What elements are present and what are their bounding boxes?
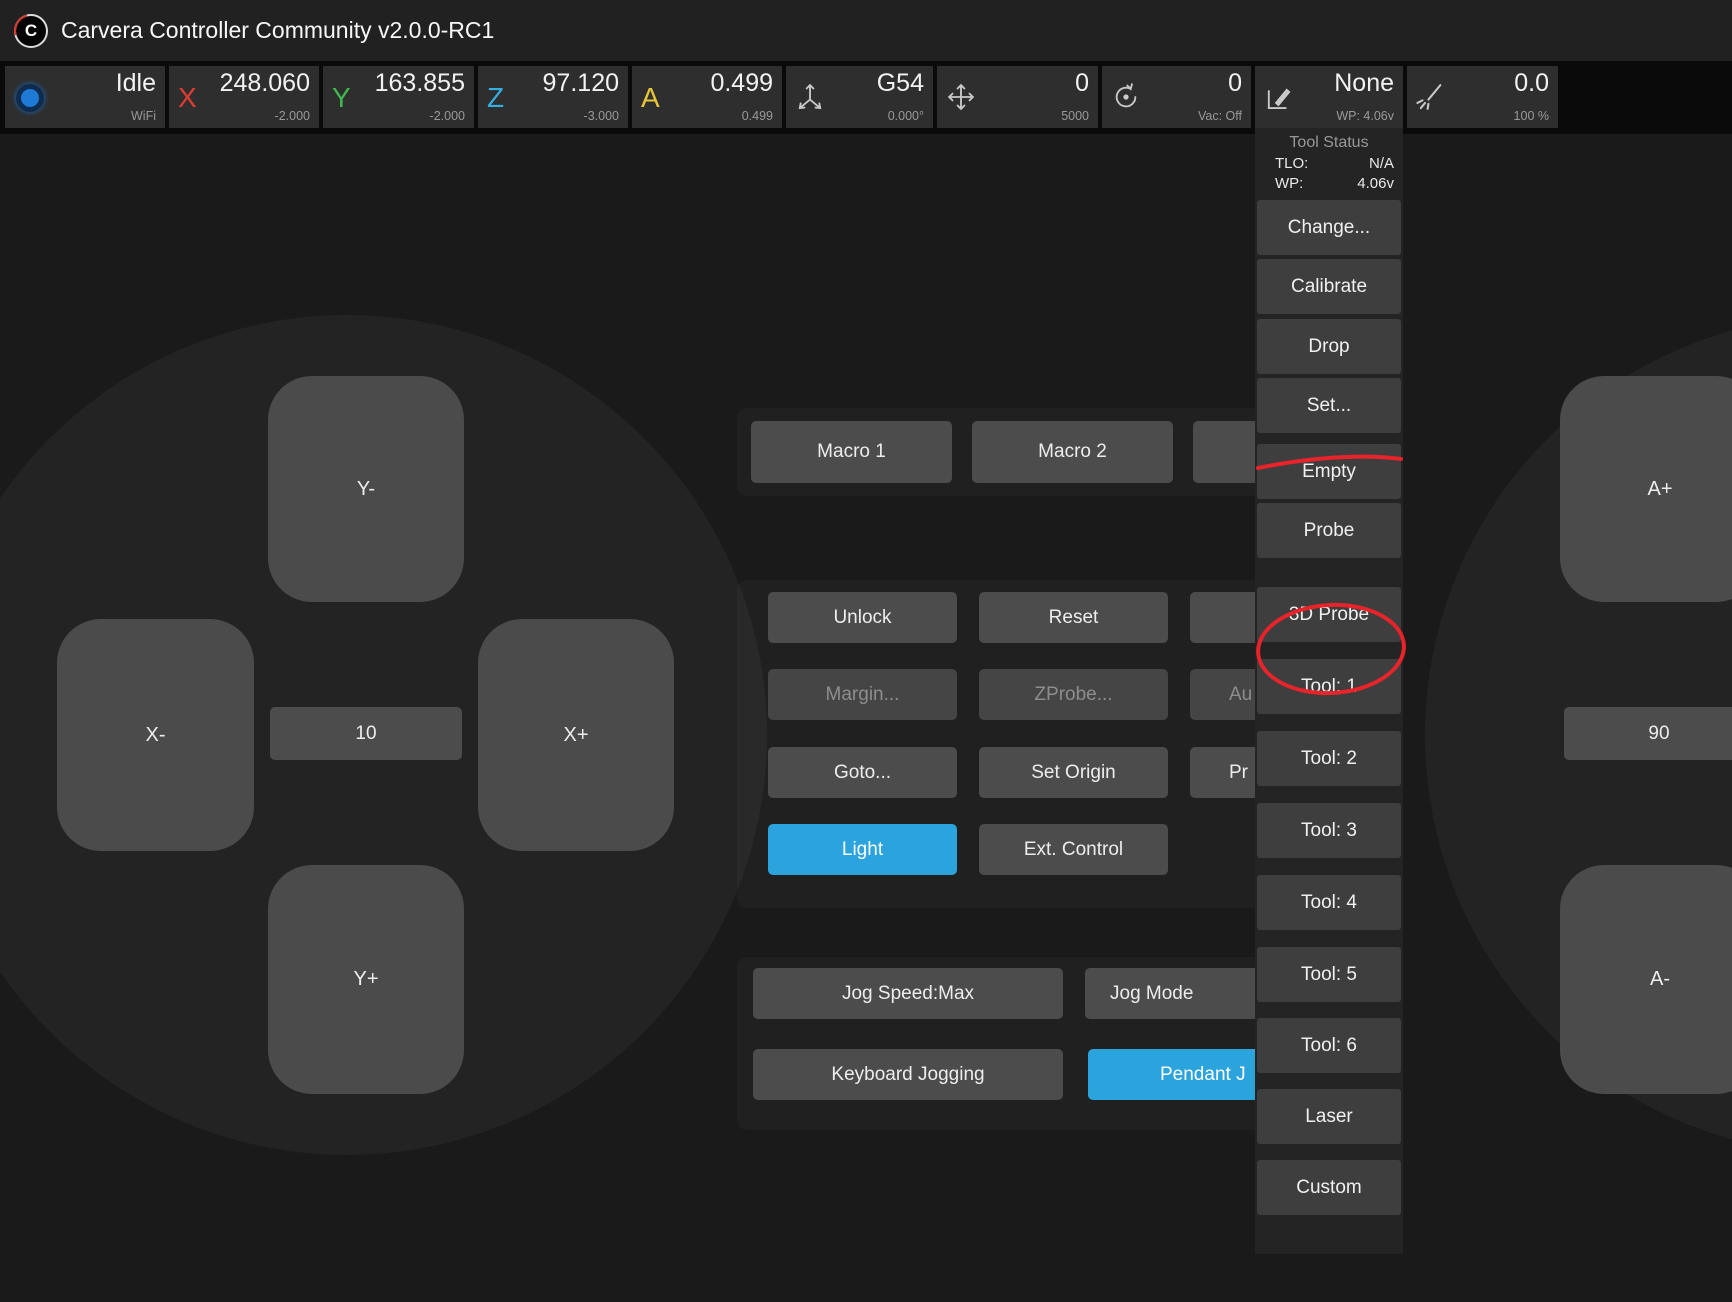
feed-value: 0 <box>1075 69 1089 98</box>
wp-value: 4.06v <box>1357 175 1394 192</box>
laser-scale-value: 100 % <box>1514 109 1549 123</box>
ext-control-button[interactable]: Ext. Control <box>979 824 1168 875</box>
axis-a-machine-position: 0.499 <box>742 109 773 123</box>
unlock-button[interactable]: Unlock <box>768 592 957 643</box>
connection-type: WiFi <box>131 109 156 123</box>
machine-state: Idle <box>116 69 156 98</box>
jog-speed-button[interactable]: Jog Speed:Max <box>753 968 1063 1019</box>
menu-item-calibrate[interactable]: Calibrate <box>1257 259 1401 314</box>
jog-a-minus-button[interactable]: A- <box>1560 865 1732 1094</box>
tool-status-header: Tool Status <box>1255 128 1403 152</box>
axis-x-machine-position: -2.000 <box>275 109 310 123</box>
menu-item-laser[interactable]: Laser <box>1257 1089 1401 1144</box>
menu-item-custom[interactable]: Custom <box>1257 1160 1401 1215</box>
zprobe-button[interactable]: ZProbe... <box>979 669 1168 720</box>
wp-label: WP: <box>1275 175 1303 192</box>
set-origin-button[interactable]: Set Origin <box>979 747 1168 798</box>
axis-y-machine-position: -2.000 <box>430 109 465 123</box>
menu-item-tool-2[interactable]: Tool: 2 <box>1257 731 1401 786</box>
menu-item-tool-6[interactable]: Tool: 6 <box>1257 1018 1401 1073</box>
status-axis-a-cell[interactable]: A 0.499 0.499 <box>632 66 782 128</box>
axis-x-position: 248.060 <box>220 69 310 98</box>
wcs-value: G54 <box>877 69 924 98</box>
status-spindle-cell[interactable]: 0 Vac: Off <box>1102 66 1251 128</box>
margin-button[interactable]: Margin... <box>768 669 957 720</box>
jog-x-minus-button[interactable]: X- <box>57 619 254 851</box>
keyboard-jogging-button[interactable]: Keyboard Jogging <box>753 1049 1063 1100</box>
a-step-size-button[interactable]: 90 <box>1564 707 1732 760</box>
jog-y-minus-button[interactable]: Y- <box>268 376 464 602</box>
menu-item-empty[interactable]: Empty <box>1257 444 1401 499</box>
laser-icon <box>1414 80 1448 114</box>
laser-power-value: 0.0 <box>1514 69 1549 98</box>
vacuum-status: Vac: Off <box>1198 109 1242 123</box>
menu-item-change[interactable]: Change... <box>1257 200 1401 255</box>
status-connection-cell[interactable]: Idle WiFi <box>5 66 165 128</box>
axis-a-position: 0.499 <box>710 69 773 98</box>
tlo-label: TLO: <box>1275 155 1308 172</box>
wireless-probe-voltage: WP: 4.06v <box>1336 109 1394 123</box>
carvera-controller-window: Y- X- 10 X+ Y+ A+ 90 A- Macro 1 Macro 2 … <box>0 0 1732 1302</box>
axis-z-letter: Z <box>487 82 504 114</box>
goto-button[interactable]: Goto... <box>768 747 957 798</box>
menu-item-probe[interactable]: Probe <box>1257 503 1401 558</box>
wp-row: WP: 4.06v <box>1255 172 1403 192</box>
coordinate-system-icon <box>793 80 827 114</box>
connection-status-icon <box>16 84 44 112</box>
tlo-value: N/A <box>1369 155 1394 172</box>
xy-step-size-button[interactable]: 10 <box>270 707 462 760</box>
feed-max-value: 5000 <box>1061 109 1089 123</box>
window-title: Carvera Controller Community v2.0.0-RC1 <box>61 17 494 44</box>
menu-item-tool-4[interactable]: Tool: 4 <box>1257 875 1401 930</box>
axis-y-position: 163.855 <box>375 69 465 98</box>
status-wcs-cell[interactable]: G54 0.000° <box>786 66 933 128</box>
menu-item-tool-3[interactable]: Tool: 3 <box>1257 803 1401 858</box>
menu-item-tool-1[interactable]: Tool: 1 <box>1257 659 1401 714</box>
spindle-value: 0 <box>1228 69 1242 98</box>
carvera-logo-icon: C <box>14 14 48 48</box>
menu-item-drop[interactable]: Drop <box>1257 319 1401 374</box>
spindle-rotation-icon <box>1109 80 1143 114</box>
reset-button[interactable]: Reset <box>979 592 1168 643</box>
status-axis-y-cell[interactable]: Y 163.855 -2.000 <box>323 66 474 128</box>
menu-item-set[interactable]: Set... <box>1257 378 1401 433</box>
light-toggle-button[interactable]: Light <box>768 824 957 875</box>
axis-a-letter: A <box>641 82 660 114</box>
menu-item-3d-probe[interactable]: 3D Probe <box>1257 587 1401 642</box>
macro-1-button[interactable]: Macro 1 <box>751 421 952 483</box>
axis-y-letter: Y <box>332 82 351 114</box>
jog-a-plus-button[interactable]: A+ <box>1560 376 1732 602</box>
rotation-value: 0.000° <box>888 109 924 123</box>
status-feed-cell[interactable]: 0 5000 <box>937 66 1098 128</box>
axis-z-machine-position: -3.000 <box>584 109 619 123</box>
tool-pencil-icon <box>1262 80 1296 114</box>
jog-feed-icon <box>944 80 978 114</box>
tool-dropdown-menu: Tool Status TLO: N/A WP: 4.06v Change...… <box>1255 128 1403 1254</box>
current-tool-value: None <box>1334 69 1394 98</box>
title-bar: C Carvera Controller Community v2.0.0-RC… <box>0 0 1732 61</box>
axis-z-position: 97.120 <box>543 69 619 98</box>
axis-x-letter: X <box>178 82 197 114</box>
status-axis-z-cell[interactable]: Z 97.120 -3.000 <box>478 66 628 128</box>
macro-2-button[interactable]: Macro 2 <box>972 421 1173 483</box>
menu-item-tool-5[interactable]: Tool: 5 <box>1257 947 1401 1002</box>
status-tool-cell[interactable]: None WP: 4.06v <box>1255 66 1403 128</box>
tlo-row: TLO: N/A <box>1255 152 1403 172</box>
jog-y-plus-button[interactable]: Y+ <box>268 865 464 1094</box>
status-axis-x-cell[interactable]: X 248.060 -2.000 <box>169 66 319 128</box>
status-laser-cell[interactable]: 0.0 100 % <box>1407 66 1558 128</box>
jog-x-plus-button[interactable]: X+ <box>478 619 674 851</box>
status-bar: Idle WiFi X 248.060 -2.000 Y 163.855 -2.… <box>5 66 1558 128</box>
